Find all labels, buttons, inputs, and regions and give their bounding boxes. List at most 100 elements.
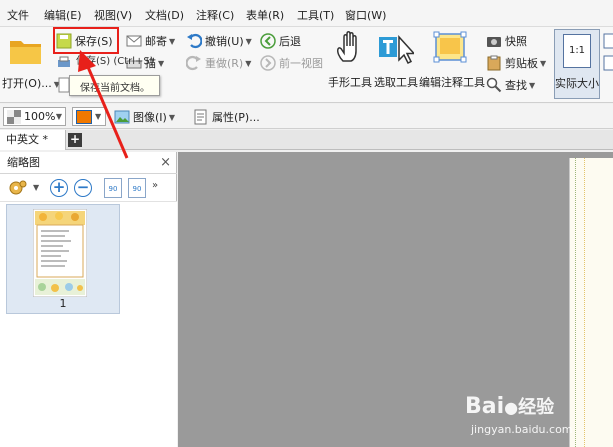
properties-icon xyxy=(193,109,209,125)
rotate-left-label: 90 xyxy=(108,185,118,193)
mail-icon xyxy=(126,33,142,49)
clipboard-label: 剪贴板 xyxy=(505,57,538,70)
panel-header: 缩略图 × xyxy=(0,152,177,174)
menu-file[interactable]: 文件 xyxy=(7,7,29,23)
back-label: 后退 xyxy=(279,35,301,48)
forward-label: 前一视图 xyxy=(279,57,323,70)
actual-size-label: 实际大小 xyxy=(555,77,599,90)
chevron-down-icon[interactable]: ▼ xyxy=(33,183,39,192)
menu-bar: 文件 编辑(E) 视图(V) 文档(D) 注释(C) 表单(R) 工具(T) 窗… xyxy=(0,0,613,27)
chevron-down-icon: ▼ xyxy=(245,58,252,68)
select-tool-button[interactable]: 选取工具 xyxy=(373,29,419,99)
rotate-right-button[interactable]: 90 xyxy=(128,178,146,198)
image-label: 图像(I) xyxy=(133,111,167,124)
edit-annotation-button[interactable]: 编辑注释工具 xyxy=(419,29,485,99)
back-arrow-icon xyxy=(260,33,276,49)
chevron-down-icon: ▼ xyxy=(95,112,102,121)
rotate-left-button[interactable]: 90 xyxy=(104,178,122,198)
watermark-url: jingyan.baidu.com xyxy=(471,423,573,436)
clipboard-button[interactable]: 剪贴板 ▼ xyxy=(486,53,546,73)
find-button[interactable]: 查找 ▼ xyxy=(486,75,535,95)
chevron-down-icon: ▼ xyxy=(169,36,176,46)
print-icon xyxy=(56,55,72,71)
redo-icon xyxy=(185,55,202,71)
menu-comment[interactable]: 注释(C) xyxy=(196,7,234,23)
back-button[interactable]: 后退 xyxy=(260,31,301,51)
hand-tool-button[interactable]: 手形工具 xyxy=(327,29,373,99)
select-text-icon xyxy=(379,35,414,65)
fit-page-button[interactable] xyxy=(603,31,613,51)
chevron-down-icon: ▼ xyxy=(168,112,175,122)
page-number: 1 xyxy=(59,297,67,310)
tab-document[interactable]: 中英文 * xyxy=(0,130,66,150)
chevron-down-icon: ▼ xyxy=(245,36,252,46)
secondary-toolbar: 100% ▼ ▼ 图像(I) ▼ 属性(P)... xyxy=(0,104,613,129)
panel-title: 缩略图 xyxy=(7,156,40,169)
zoom-value: 100% xyxy=(24,110,56,123)
find-label: 查找 xyxy=(505,79,527,92)
mail-button[interactable]: 邮寄 ▼ xyxy=(126,31,175,51)
chevron-down-icon: ▼ xyxy=(529,80,536,90)
panel-toolbar: ▼ + − 90 90 » xyxy=(0,175,177,202)
forward-arrow-icon xyxy=(260,55,276,71)
properties-label: 属性(P)... xyxy=(212,111,260,124)
new-tab-button[interactable]: + xyxy=(68,133,82,147)
actual-size-button[interactable]: 1:1 实际大小 xyxy=(554,29,600,99)
print-button[interactable] xyxy=(56,53,75,73)
watermark-logo: Bai●经验 xyxy=(465,393,554,419)
undo-icon xyxy=(186,33,203,49)
zoom-combo[interactable]: 100% ▼ xyxy=(3,107,66,126)
highlight-box xyxy=(53,27,119,54)
thumbnail-panel: 缩略图 × ▼ + − 90 90 » ‹ 1 xyxy=(0,152,177,447)
edit-annotation-label: 编辑注释工具 xyxy=(419,76,485,89)
undo-label: 撤销(U) xyxy=(205,35,244,48)
watermark: Bai●经验 jingyan.baidu.com xyxy=(465,393,610,443)
undo-button[interactable]: 撤销(U) ▼ xyxy=(186,31,252,51)
color-swatch xyxy=(76,109,92,124)
tooltip-description: 保存当前文档。 xyxy=(80,83,150,94)
open-label: 打开(O)... xyxy=(2,77,52,90)
redo-button[interactable]: 重做(R) ▼ xyxy=(185,53,252,73)
open-button[interactable]: 打开(O)... ▼ xyxy=(2,31,60,97)
clipboard-icon xyxy=(486,55,502,71)
menu-window[interactable]: 窗口(W) xyxy=(345,7,386,23)
page-thumbnail-image xyxy=(33,209,87,297)
image-button[interactable]: 图像(I) ▼ xyxy=(114,107,175,127)
document-tab-bar: 中英文 * + xyxy=(0,130,613,150)
edit-annotation-icon xyxy=(433,31,467,63)
watermark-brand: Bai xyxy=(465,394,505,419)
chevron-down-icon: ▼ xyxy=(55,112,62,121)
fit-page-icon xyxy=(603,33,613,49)
rotate-right-label: 90 xyxy=(132,185,142,193)
chevron-down-icon: ▼ xyxy=(158,58,165,68)
close-icon[interactable]: × xyxy=(160,152,171,174)
color-picker[interactable]: ▼ xyxy=(72,107,106,126)
image-icon xyxy=(114,109,130,125)
redo-label: 重做(R) xyxy=(205,57,244,70)
tooltip-title: 保存(S) (Ctrl+S) xyxy=(76,56,154,67)
gear-icon[interactable] xyxy=(8,179,28,197)
menu-form[interactable]: 表单(R) xyxy=(246,7,284,23)
snapshot-label: 快照 xyxy=(505,35,527,48)
fit-width-button[interactable] xyxy=(603,53,613,73)
menu-view[interactable]: 视图(V) xyxy=(94,7,132,23)
chevron-down-icon: ▼ xyxy=(540,58,547,68)
zoom-out-button[interactable]: − xyxy=(74,179,92,197)
menu-document[interactable]: 文档(D) xyxy=(145,7,184,23)
properties-button[interactable]: 属性(P)... xyxy=(193,107,260,127)
zoom-in-button[interactable]: + xyxy=(50,179,68,197)
double-chevron-icon[interactable]: » xyxy=(152,180,158,191)
mail-label: 邮寄 xyxy=(145,35,167,48)
menu-tools[interactable]: 工具(T) xyxy=(297,7,334,23)
fit-width-icon xyxy=(603,55,613,71)
find-icon xyxy=(486,77,502,93)
folder-icon xyxy=(10,41,41,64)
select-tool-label: 选取工具 xyxy=(374,76,418,89)
hand-tool-label: 手形工具 xyxy=(328,76,372,89)
menu-edit[interactable]: 编辑(E) xyxy=(44,7,82,23)
paw-icon: ● xyxy=(504,398,519,417)
thumbnail-item[interactable]: 1 xyxy=(6,204,120,314)
tab-label: 中英文 * xyxy=(6,133,48,146)
snapshot-button[interactable]: 快照 xyxy=(486,31,527,51)
forward-button[interactable]: 前一视图 xyxy=(260,53,323,73)
